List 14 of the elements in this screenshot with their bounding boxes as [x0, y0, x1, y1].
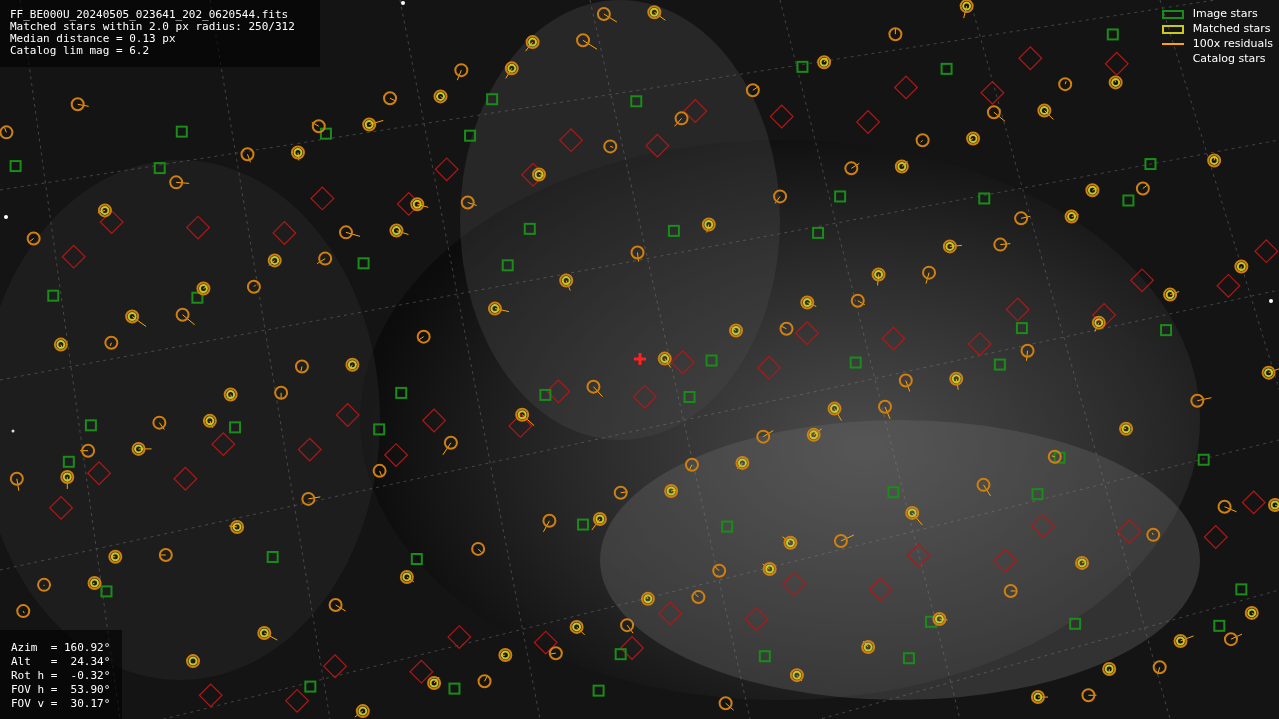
info-text: Catalog lim mag = 6.2 [10, 45, 150, 57]
pointing-text: Rot h = -0.32° [11, 669, 111, 683]
pointing-text: FOV v = 30.17° [11, 697, 111, 711]
info-text: Median distance = 0.13 px [10, 33, 176, 45]
pointing-text: Alt = 24.34° [11, 655, 111, 669]
center-cross-icon [633, 352, 647, 366]
pointing-text: FOV h = 53.90° [11, 683, 111, 697]
info-text: FF_BE000U_20240505_023641_202_0620544.fits [10, 9, 289, 21]
legend-label: Catalog stars [1192, 52, 1266, 66]
pointing-text: Azim = 160.92° [11, 641, 111, 655]
legend-label: Matched stars [1192, 22, 1271, 36]
legend-label: 100x residuals [1192, 37, 1273, 51]
info-text: Matched stars within 2.0 px radius: 250/312 [10, 21, 295, 33]
legend-label: Image stars [1192, 7, 1258, 21]
